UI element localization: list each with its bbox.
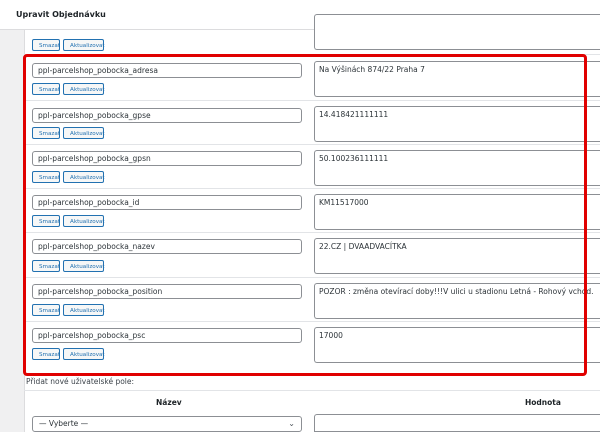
- add-field-label: Přidat nové uživatelské pole:: [26, 377, 135, 386]
- row-divider: [24, 144, 600, 145]
- new-field-select[interactable]: — Vyberte — ⌄: [32, 416, 302, 432]
- meta-value-textarea[interactable]: 17000: [314, 327, 600, 363]
- update-button[interactable]: Aktualizovat: [63, 215, 105, 227]
- column-header-name: Název: [156, 398, 182, 407]
- chevron-down-icon: ⌄: [288, 419, 295, 428]
- row-divider: [24, 188, 600, 189]
- delete-button[interactable]: Smazat: [32, 304, 60, 316]
- update-button[interactable]: Aktualizovat: [63, 304, 105, 316]
- meta-value-textarea[interactable]: 22.CZ | DVAADVACÍTKA: [314, 238, 600, 274]
- meta-key-input[interactable]: ppl-parcelshop_pobocka_gpse: [32, 108, 302, 123]
- new-field-value-textarea[interactable]: [314, 414, 600, 432]
- row-divider: [24, 54, 600, 55]
- update-button[interactable]: Aktualizovat: [63, 348, 105, 360]
- row-divider: [24, 232, 600, 233]
- delete-button[interactable]: Smazat: [32, 171, 60, 183]
- row-divider: [24, 100, 600, 101]
- row-divider: [24, 277, 600, 278]
- meta-key-input[interactable]: ppl-parcelshop_pobocka_id: [32, 195, 302, 210]
- update-button[interactable]: Aktualizovat: [63, 260, 105, 272]
- delete-button[interactable]: Smazat: [32, 260, 60, 272]
- update-button[interactable]: Aktualizovat: [63, 127, 105, 139]
- update-button[interactable]: Aktualizovat: [63, 171, 105, 183]
- meta-value-textarea[interactable]: 50.100236111111: [314, 150, 600, 186]
- meta-key-input[interactable]: ppl-parcelshop_pobocka_nazev: [32, 239, 302, 254]
- update-button[interactable]: Aktualizovat: [63, 83, 105, 95]
- delete-button[interactable]: Smazat: [32, 215, 60, 227]
- delete-button[interactable]: Smazat: [32, 348, 60, 360]
- page-title: Upravit Objednávku: [16, 10, 106, 19]
- meta-value-textarea[interactable]: 14.418421111111: [314, 106, 600, 142]
- row-divider: [24, 321, 600, 322]
- meta-value-textarea[interactable]: Na Výšinách 874/22 Praha 7: [314, 61, 600, 97]
- delete-button[interactable]: Smazat: [32, 39, 60, 51]
- meta-value-textarea[interactable]: KM11517000: [314, 194, 600, 230]
- meta-key-input[interactable]: ppl-parcelshop_pobocka_position: [32, 284, 302, 299]
- meta-key-input[interactable]: ppl-parcelshop_pobocka_psc: [32, 328, 302, 343]
- delete-button[interactable]: Smazat: [32, 127, 60, 139]
- meta-key-input[interactable]: ppl-parcelshop_pobocka_gpsn: [32, 151, 302, 166]
- select-value: — Vyberte —: [39, 419, 89, 428]
- meta-value-partial[interactable]: [314, 14, 600, 50]
- meta-key-input[interactable]: ppl-parcelshop_pobocka_adresa: [32, 63, 302, 78]
- update-button[interactable]: Aktualizovat: [63, 39, 105, 51]
- section-divider: [24, 390, 600, 391]
- column-header-value: Hodnota: [525, 398, 561, 407]
- delete-button[interactable]: Smazat: [32, 83, 60, 95]
- meta-value-textarea[interactable]: POZOR : změna otevírací doby!!!V ulici u…: [314, 283, 600, 319]
